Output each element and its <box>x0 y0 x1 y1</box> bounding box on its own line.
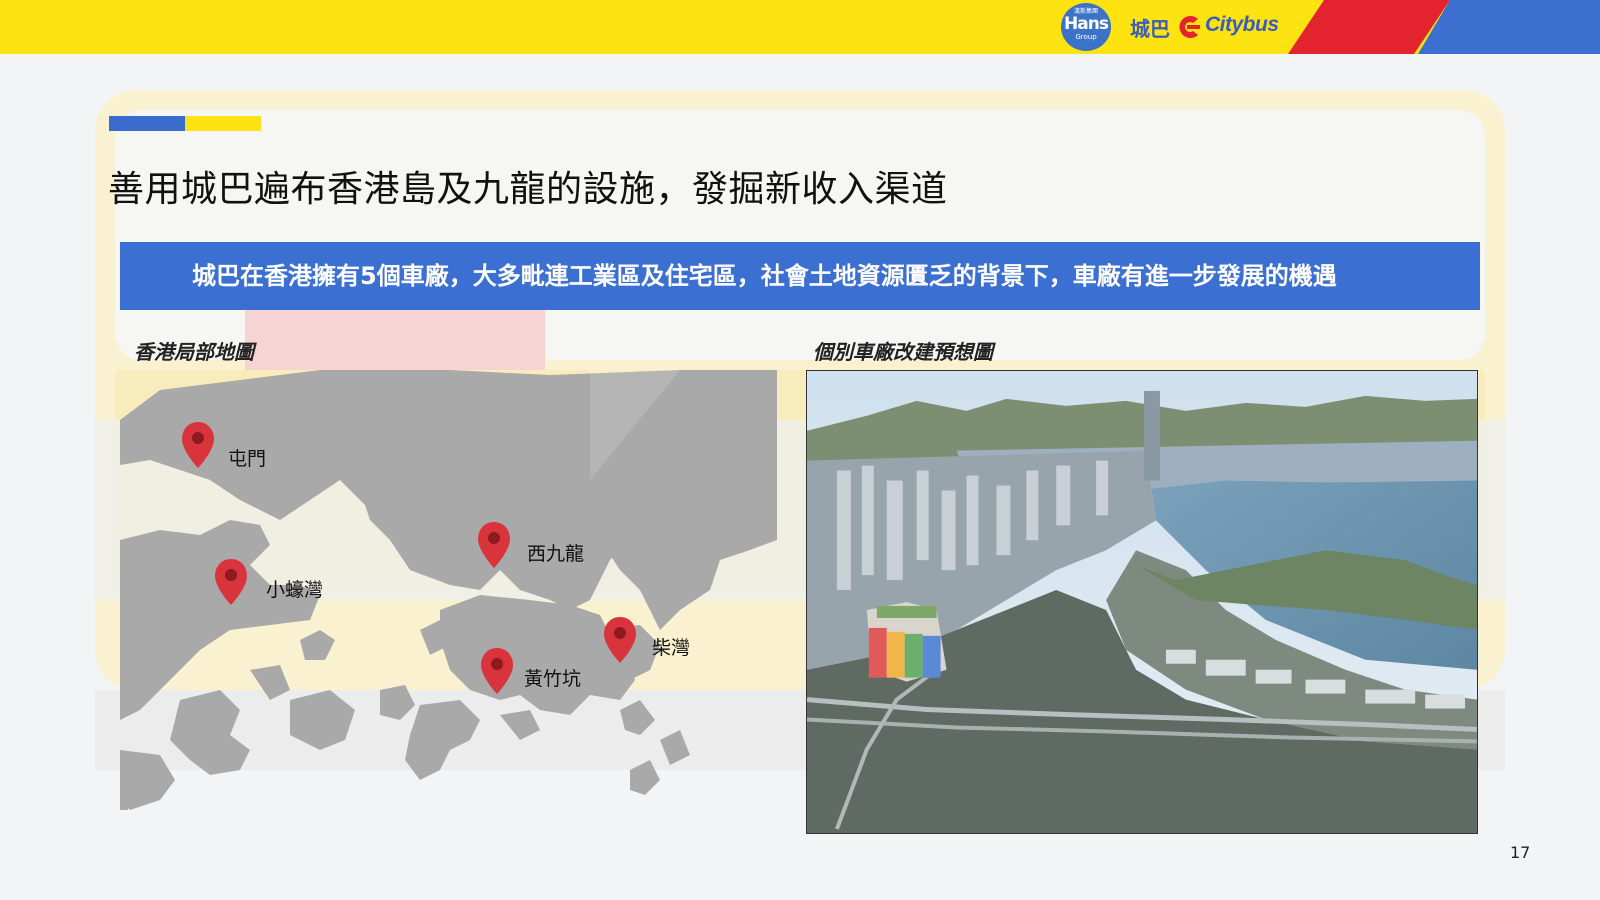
summary-banner: 城巴在香港擁有5個車廠，大多毗連工業區及住宅區，社會土地資源匱乏的背景下，車廠有… <box>120 242 1480 310</box>
map-pin-icon <box>478 522 510 568</box>
title-accent-yellow <box>185 116 261 131</box>
depot-label-tuen-mun: 屯門 <box>228 448 267 470</box>
citybus-logo-chinese: 城巴 <box>1130 17 1170 41</box>
map-pin-icon <box>182 422 214 468</box>
map-pin-icon <box>481 648 513 694</box>
citybus-logo-icon <box>1179 16 1200 38</box>
depot-label-west-kowloon: 西九龍 <box>527 543 585 565</box>
depot-label-wong-chuk-hang: 黃竹坑 <box>524 668 582 690</box>
depot-redevelopment-rendering <box>806 370 1478 834</box>
top-header-bar: 漢斯集團 Hans Group 城巴 Citybus <box>0 0 1600 54</box>
header-blue-stripe <box>1418 0 1600 54</box>
hans-group-logo: 漢斯集團 Hans Group <box>1061 3 1111 51</box>
photo-caption: 個別車廠改建預想圖 <box>813 340 993 364</box>
title-accent-blue <box>109 116 185 131</box>
depot-label-chai-wan: 柴灣 <box>652 637 691 659</box>
map-caption: 香港局部地圖 <box>134 340 254 364</box>
depot-label-siu-ho-wan: 小蠔灣 <box>266 579 324 601</box>
citybus-logo-english: Citybus <box>1205 13 1279 36</box>
map-pin-icon <box>215 559 247 605</box>
slide-title: 善用城巴遍布香港島及九龍的設施，發掘新收入渠道 <box>108 169 948 210</box>
page-number: 17 <box>1510 843 1531 862</box>
map-pin-icon <box>604 617 636 663</box>
